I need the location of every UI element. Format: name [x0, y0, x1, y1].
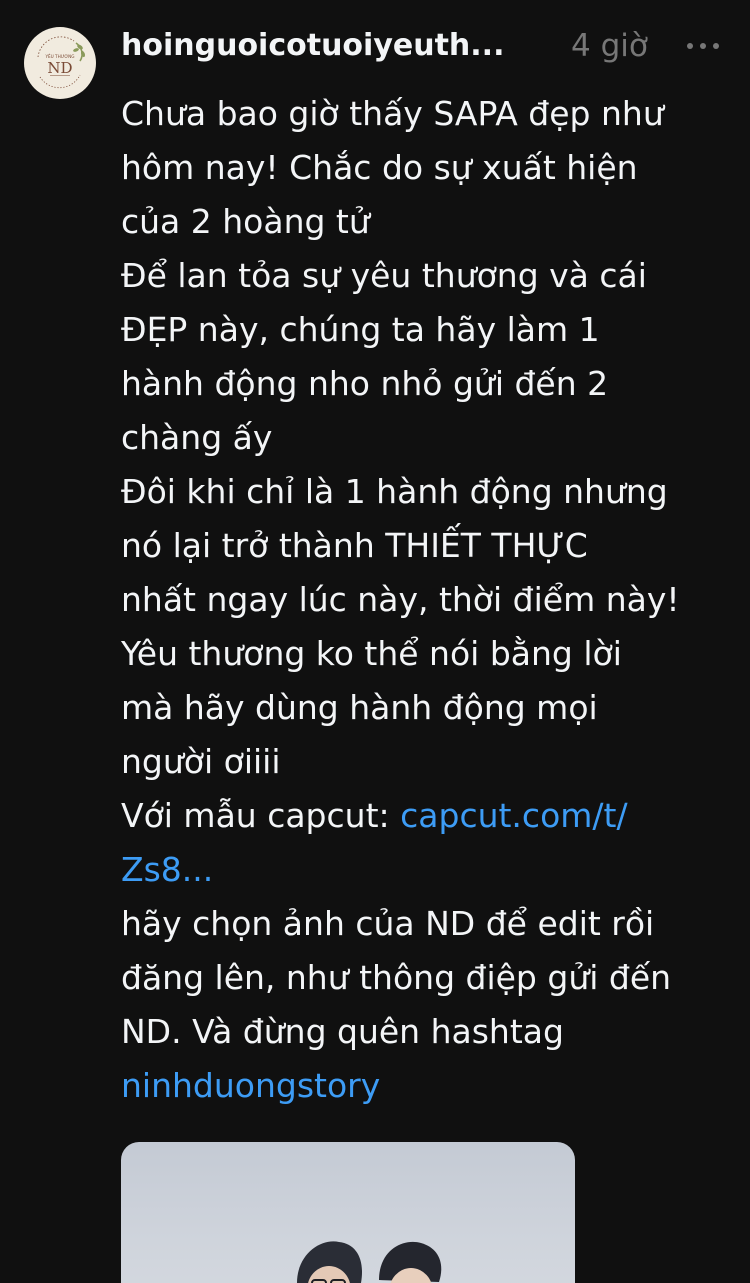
hashtag-link[interactable]: ninhduongstory: [121, 1059, 736, 1113]
post-text-line: chàng ấy: [121, 418, 273, 457]
post-text-line: Yêu thương ko thể nói bằng lời: [121, 634, 622, 673]
photo-two-people: [297, 1241, 442, 1283]
post-text-line: của 2 hoàng tử: [121, 202, 370, 241]
avatar[interactable]: YÊU THƯƠNG ND: [24, 27, 96, 99]
post-text-line: nó lại trở thành THIẾT THỰC: [121, 526, 588, 565]
more-options-button[interactable]: [681, 34, 731, 58]
post-text-line: Đôi khi chỉ là 1 hành động nhưng: [121, 472, 668, 511]
capcut-link[interactable]: capcut.com/t/: [400, 796, 627, 835]
post-body: Chưa bao giờ thấy SAPA đẹp như hôm nay! …: [121, 87, 736, 1113]
more-horizontal-icon: [687, 43, 719, 49]
post-text-line: hôm nay! Chắc do sự xuất hiện: [121, 148, 638, 187]
post-text-line: hãy chọn ảnh của ND để edit rồi: [121, 904, 655, 943]
logo-monogram: ND: [47, 59, 72, 77]
post-text-line: đăng lên, như thông điệp gửi đến: [121, 958, 672, 997]
post-text-line: hành động nho nhỏ gửi đến 2: [121, 364, 609, 403]
username[interactable]: hoinguoicotuoiyeuth...: [121, 26, 504, 66]
capcut-line: Với mẫu capcut: capcut.com/t/: [121, 789, 736, 843]
post-image[interactable]: [121, 1142, 575, 1283]
brand-logo: YÊU THƯƠNG ND: [26, 29, 94, 97]
post-text-line: mà hãy dùng hành động mọi: [121, 688, 598, 727]
capcut-prefix: Với mẫu capcut:: [121, 796, 401, 835]
post-text-line: ĐẸP này, chúng ta hãy làm 1: [121, 310, 600, 349]
capcut-link-continued[interactable]: Zs8...: [121, 843, 736, 897]
post-text-line: ND. Và đừng quên hashtag: [121, 1012, 564, 1051]
post-text-line: nhất ngay lúc này, thời điểm này!: [121, 580, 680, 619]
post-text-line: Chưa bao giờ thấy SAPA đẹp như: [121, 94, 664, 133]
post-timestamp: 4 giờ: [571, 28, 648, 64]
post-header: hoinguoicotuoiyeuth... 4 giờ: [121, 18, 731, 74]
post-text-line: Để lan tỏa sự yêu thương và cái: [121, 256, 647, 295]
post-text-line: người ơiiii: [121, 742, 281, 781]
